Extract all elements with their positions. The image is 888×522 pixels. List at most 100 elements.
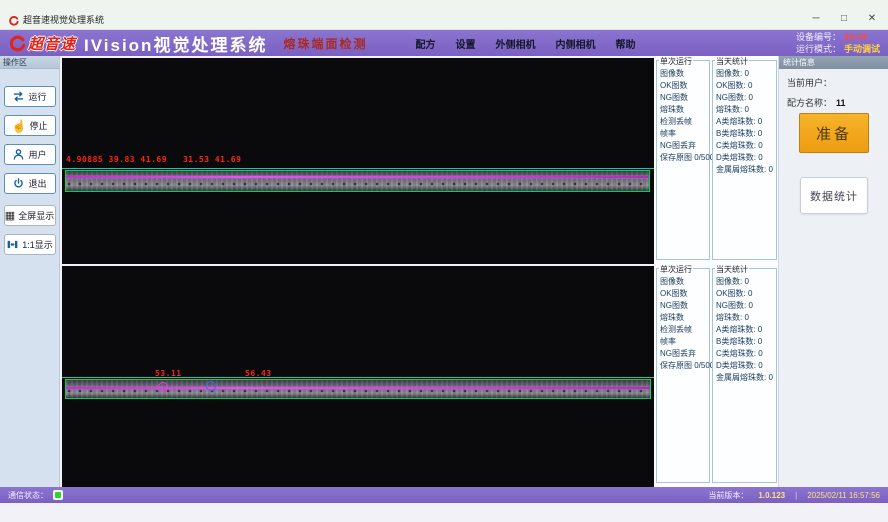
stat-row: NG图数 [660,302,709,310]
hand-point-icon: ☝ [12,120,27,132]
user-button-label: 用户 [28,148,46,161]
stat-row: 熔珠数: 0 [716,106,776,114]
stat-row: 保存原图 0/500 [660,362,709,370]
exit-button-label: 退出 [28,177,46,190]
sidebar-title: 操作区 [0,56,59,69]
today-stats-groupbox: 当天统计 图像数: 0OK图数: 0NG图数: 0熔珠数: 0A类熔珠数: 0B… [712,268,777,483]
device-number-value: 22-33 [844,32,867,42]
stat-row: 金属屑熔珠数: 0 [716,374,776,382]
menu-item[interactable]: 配方 [415,36,435,51]
stat-row: NG图数 [660,94,709,102]
stat-row: 图像数 [660,278,709,286]
minimize-button[interactable]: ─ [810,14,822,24]
groupbox-legend: 单次运行 [659,264,693,275]
groupbox-legend: 当天统计 [715,56,749,67]
laser-line [66,387,650,389]
stat-row: 熔珠数 [660,106,709,114]
stat-row: OK图数: 0 [716,82,776,90]
one-to-one-button-label: 1:1显示 [22,238,53,251]
scan-line [62,168,654,169]
roi-rectangle [65,379,651,399]
run-mode-label: 运行模式： [796,44,841,54]
app-subtitle: 熔珠端面检测 [283,35,367,52]
stat-row: OK图数: 0 [716,290,776,298]
status-bar: 通信状态： 当前版本： 1.0.123 | 2025/02/11 16:57:5… [0,487,888,503]
exit-button[interactable]: 退出 [4,173,56,194]
info-panel: 统计信息 当前用户： 配方名称：11 准备 数据统计 [778,56,888,487]
window-controls: ─ □ ✕ [810,14,878,26]
prepare-button[interactable]: 准备 [799,113,869,153]
comm-status-indicator [53,490,63,500]
stat-row: OK图数 [660,290,709,298]
groupbox-legend: 当天统计 [715,264,749,275]
stat-row: 熔珠数: 0 [716,314,776,322]
stats-panel-outer: 单次运行 图像数OK图数NG图数熔珠数检测丢帧帧率NG图丢弃保存原图 0/500… [656,60,777,260]
measurement-annotation: 4.90885 39.83 41.69 31.53 41.69 [66,155,241,164]
one-to-one-button[interactable]: 1:1显示 [4,234,56,255]
weld-bead-image [66,171,649,191]
stat-row: 图像数: 0 [716,278,776,286]
app-title: IVision视觉处理系统 [84,31,267,56]
device-info: 设备编号：22-33 运行模式：手动调试 [796,31,880,55]
groupbox-legend: 单次运行 [659,56,693,67]
single-run-groupbox: 单次运行 图像数OK图数NG图数熔珠数检测丢帧帧率NG图丢弃保存原图 0/500 [656,60,710,260]
user-icon [12,148,25,161]
stat-row: OK图数 [660,82,709,90]
stat-row: 熔珠数 [660,314,709,322]
menu-bar: 配方 设置 外侧相机 内侧相机 帮助 [415,36,635,51]
stat-row: NG图丢弃 [660,142,709,150]
green-light-icon [55,492,61,498]
stat-row: D类熔珠数: 0 [716,154,776,162]
camera-view-outer[interactable]: 4.90885 39.83 41.69 31.53 41.69 [62,58,654,264]
menu-item[interactable]: 外侧相机 [495,36,535,51]
version-label: 当前版本： [708,490,748,501]
single-run-groupbox: 单次运行 图像数OK图数NG图数熔珠数检测丢帧帧率NG图丢弃保存原图 0/500 [656,268,710,483]
fullscreen-button[interactable]: ▦ 全屏显示 [4,205,56,226]
stat-row: 帧率 [660,130,709,138]
stat-row: NG图丢弃 [660,350,709,358]
stat-row: 金属屑熔珠数: 0 [716,166,776,174]
roi-rectangle [65,170,650,192]
header-bar: 超音速 IVision视觉处理系统 熔珠端面检测 配方设置外侧相机内侧相机帮助 … [0,30,888,56]
stat-row: B类熔珠数: 0 [716,338,776,346]
user-button[interactable]: 用户 [4,144,56,165]
stat-row: D类熔珠数: 0 [716,362,776,370]
stat-row: 保存原图 0/500 [660,154,709,162]
window-title: 超音速视觉处理系统 [23,13,104,26]
stat-row: B类熔珠数: 0 [716,130,776,138]
recipe-name-value: 11 [836,98,846,108]
maximize-button[interactable]: □ [838,14,850,24]
today-stats-groupbox: 当天统计 图像数: 0OK图数: 0NG图数: 0熔珠数: 0A类熔珠数: 0B… [712,60,777,260]
app-logo-icon [8,15,19,26]
data-statistics-button[interactable]: 数据统计 [800,177,868,214]
stop-button[interactable]: ☝ 停止 [4,115,56,136]
close-button[interactable]: ✕ [866,14,878,24]
datetime: 2025/02/11 16:57:56 [807,491,880,500]
power-icon [12,177,25,190]
one-to-one-icon [6,238,19,251]
fullscreen-grid-icon: ▦ [5,210,15,222]
separator: | [795,491,797,500]
operation-sidebar: 操作区 运行 ☝ 停止 用户 退出 [0,56,60,487]
run-mode-value: 手动调试 [844,44,880,54]
cycle-arrows-icon [12,90,25,103]
camera-view-inner[interactable]: 53.11 56.43 [62,266,654,487]
stat-row: 图像数: 0 [716,70,776,78]
stat-row: A类熔珠数: 0 [716,326,776,334]
menu-item[interactable]: 内侧相机 [555,36,595,51]
laser-line [66,176,649,178]
stat-row: 帧率 [660,338,709,346]
stat-row: A类熔珠数: 0 [716,118,776,126]
weld-bead-image [66,380,650,398]
stat-row: C类熔珠数: 0 [716,350,776,358]
device-number-label: 设备编号： [796,32,841,42]
stat-row: NG图数: 0 [716,302,776,310]
menu-item[interactable]: 设置 [455,36,475,51]
brand-name: 超音速 [28,33,76,54]
stat-row: 检测丢帧 [660,118,709,126]
stats-panel-inner: 单次运行 图像数OK图数NG图数熔珠数检测丢帧帧率NG图丢弃保存原图 0/500… [656,268,777,483]
menu-item[interactable]: 帮助 [615,36,635,51]
stat-row: NG图数: 0 [716,94,776,102]
run-button[interactable]: 运行 [4,86,56,107]
info-panel-title: 统计信息 [779,56,888,69]
